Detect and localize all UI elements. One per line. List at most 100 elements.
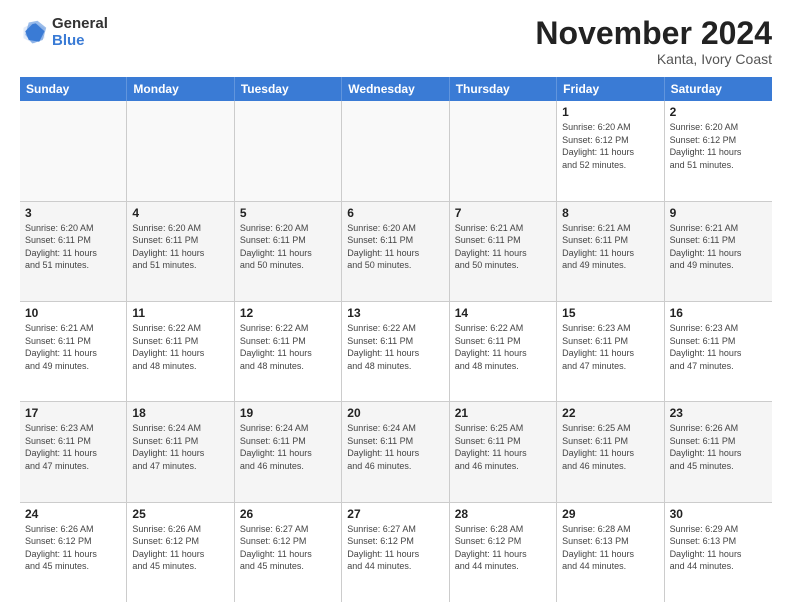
day-number: 5 xyxy=(240,206,336,220)
calendar-cell xyxy=(450,101,557,200)
day-number: 7 xyxy=(455,206,551,220)
calendar-body: 1 Sunrise: 6:20 AM Sunset: 6:12 PM Daylig… xyxy=(20,101,772,602)
header-tuesday: Tuesday xyxy=(235,77,342,101)
day-info: Sunrise: 6:22 AM Sunset: 6:11 PM Dayligh… xyxy=(132,322,228,372)
header: General Blue November 2024 Kanta, Ivory … xyxy=(20,16,772,67)
day-info: Sunrise: 6:24 AM Sunset: 6:11 PM Dayligh… xyxy=(132,422,228,472)
calendar-cell xyxy=(20,101,127,200)
calendar-cell: 13Sunrise: 6:22 AM Sunset: 6:11 PM Dayli… xyxy=(342,302,449,401)
day-info: Sunrise: 6:24 AM Sunset: 6:11 PM Dayligh… xyxy=(240,422,336,472)
day-number: 1 xyxy=(562,105,658,119)
day-info: Sunrise: 6:20 AM Sunset: 6:12 PM Dayligh… xyxy=(670,121,767,171)
header-sunday: Sunday xyxy=(20,77,127,101)
calendar-row: 10Sunrise: 6:21 AM Sunset: 6:11 PM Dayli… xyxy=(20,302,772,402)
day-info: Sunrise: 6:20 AM Sunset: 6:11 PM Dayligh… xyxy=(347,222,443,272)
day-number: 17 xyxy=(25,406,121,420)
day-number: 19 xyxy=(240,406,336,420)
day-number: 26 xyxy=(240,507,336,521)
location-subtitle: Kanta, Ivory Coast xyxy=(535,51,772,67)
calendar-cell: 4Sunrise: 6:20 AM Sunset: 6:11 PM Daylig… xyxy=(127,202,234,301)
calendar-header: Sunday Monday Tuesday Wednesday Thursday… xyxy=(20,77,772,101)
day-number: 22 xyxy=(562,406,658,420)
day-number: 11 xyxy=(132,306,228,320)
day-number: 30 xyxy=(670,507,767,521)
day-number: 10 xyxy=(25,306,121,320)
day-info: Sunrise: 6:23 AM Sunset: 6:11 PM Dayligh… xyxy=(670,322,767,372)
day-info: Sunrise: 6:23 AM Sunset: 6:11 PM Dayligh… xyxy=(25,422,121,472)
header-wednesday: Wednesday xyxy=(342,77,449,101)
calendar-row: 1 Sunrise: 6:20 AM Sunset: 6:12 PM Daylig… xyxy=(20,101,772,201)
day-number: 21 xyxy=(455,406,551,420)
logo-blue-text: Blue xyxy=(52,33,108,50)
logo: General Blue xyxy=(20,16,108,49)
header-saturday: Saturday xyxy=(665,77,772,101)
day-number: 20 xyxy=(347,406,443,420)
calendar-cell: 24 Sunrise: 6:26 AM Sunset: 6:12 PM Dayli… xyxy=(20,503,127,602)
calendar-cell: 20 Sunrise: 6:24 AM Sunset: 6:11 PM Dayli… xyxy=(342,402,449,501)
calendar-cell: 9 Sunrise: 6:21 AM Sunset: 6:11 PM Daylig… xyxy=(665,202,772,301)
calendar-cell: 16Sunrise: 6:23 AM Sunset: 6:11 PM Dayli… xyxy=(665,302,772,401)
day-number: 8 xyxy=(562,206,658,220)
day-info: Sunrise: 6:20 AM Sunset: 6:11 PM Dayligh… xyxy=(240,222,336,272)
logo-text: General Blue xyxy=(52,16,108,49)
calendar-cell xyxy=(342,101,449,200)
day-info: Sunrise: 6:26 AM Sunset: 6:12 PM Dayligh… xyxy=(132,523,228,573)
calendar-cell xyxy=(235,101,342,200)
calendar-cell: 14Sunrise: 6:22 AM Sunset: 6:11 PM Dayli… xyxy=(450,302,557,401)
day-number: 28 xyxy=(455,507,551,521)
calendar-cell: 2Sunrise: 6:20 AM Sunset: 6:12 PM Daylig… xyxy=(665,101,772,200)
day-info: Sunrise: 6:21 AM Sunset: 6:11 PM Dayligh… xyxy=(562,222,658,272)
day-number: 27 xyxy=(347,507,443,521)
calendar-cell: 23 Sunrise: 6:26 AM Sunset: 6:11 PM Dayli… xyxy=(665,402,772,501)
calendar-cell: 7 Sunrise: 6:21 AM Sunset: 6:11 PM Daylig… xyxy=(450,202,557,301)
day-info: Sunrise: 6:22 AM Sunset: 6:11 PM Dayligh… xyxy=(455,322,551,372)
day-info: Sunrise: 6:26 AM Sunset: 6:12 PM Dayligh… xyxy=(25,523,121,573)
month-title: November 2024 xyxy=(535,16,772,51)
calendar-cell: 19 Sunrise: 6:24 AM Sunset: 6:11 PM Dayli… xyxy=(235,402,342,501)
header-friday: Friday xyxy=(557,77,664,101)
day-number: 18 xyxy=(132,406,228,420)
day-info: Sunrise: 6:29 AM Sunset: 6:13 PM Dayligh… xyxy=(670,523,767,573)
day-number: 24 xyxy=(25,507,121,521)
logo-icon xyxy=(20,19,48,47)
calendar-cell: 28Sunrise: 6:28 AM Sunset: 6:12 PM Dayli… xyxy=(450,503,557,602)
calendar-cell: 10Sunrise: 6:21 AM Sunset: 6:11 PM Dayli… xyxy=(20,302,127,401)
day-number: 23 xyxy=(670,406,767,420)
title-block: November 2024 Kanta, Ivory Coast xyxy=(535,16,772,67)
day-info: Sunrise: 6:20 AM Sunset: 6:11 PM Dayligh… xyxy=(25,222,121,272)
calendar-cell: 6Sunrise: 6:20 AM Sunset: 6:11 PM Daylig… xyxy=(342,202,449,301)
calendar-cell: 29Sunrise: 6:28 AM Sunset: 6:13 PM Dayli… xyxy=(557,503,664,602)
day-info: Sunrise: 6:21 AM Sunset: 6:11 PM Dayligh… xyxy=(670,222,767,272)
calendar-row: 3 Sunrise: 6:20 AM Sunset: 6:11 PM Daylig… xyxy=(20,202,772,302)
day-info: Sunrise: 6:21 AM Sunset: 6:11 PM Dayligh… xyxy=(455,222,551,272)
calendar-cell: 17 Sunrise: 6:23 AM Sunset: 6:11 PM Dayli… xyxy=(20,402,127,501)
day-info: Sunrise: 6:24 AM Sunset: 6:11 PM Dayligh… xyxy=(347,422,443,472)
day-number: 9 xyxy=(670,206,767,220)
day-info: Sunrise: 6:25 AM Sunset: 6:11 PM Dayligh… xyxy=(455,422,551,472)
day-info: Sunrise: 6:25 AM Sunset: 6:11 PM Dayligh… xyxy=(562,422,658,472)
calendar-cell: 21 Sunrise: 6:25 AM Sunset: 6:11 PM Dayli… xyxy=(450,402,557,501)
day-info: Sunrise: 6:27 AM Sunset: 6:12 PM Dayligh… xyxy=(240,523,336,573)
day-info: Sunrise: 6:26 AM Sunset: 6:11 PM Dayligh… xyxy=(670,422,767,472)
calendar-row: 24 Sunrise: 6:26 AM Sunset: 6:12 PM Dayli… xyxy=(20,503,772,602)
calendar-cell: 11 Sunrise: 6:22 AM Sunset: 6:11 PM Dayli… xyxy=(127,302,234,401)
calendar-cell: 5 Sunrise: 6:20 AM Sunset: 6:11 PM Daylig… xyxy=(235,202,342,301)
day-number: 15 xyxy=(562,306,658,320)
calendar-cell: 22 Sunrise: 6:25 AM Sunset: 6:11 PM Dayli… xyxy=(557,402,664,501)
day-number: 25 xyxy=(132,507,228,521)
day-number: 12 xyxy=(240,306,336,320)
day-number: 3 xyxy=(25,206,121,220)
calendar-cell: 1Sunrise: 6:20 AM Sunset: 6:12 PM Daylig… xyxy=(557,101,664,200)
header-monday: Monday xyxy=(127,77,234,101)
day-number: 4 xyxy=(132,206,228,220)
calendar-cell: 30 Sunrise: 6:29 AM Sunset: 6:13 PM Dayli… xyxy=(665,503,772,602)
day-number: 29 xyxy=(562,507,658,521)
day-info: Sunrise: 6:22 AM Sunset: 6:11 PM Dayligh… xyxy=(240,322,336,372)
calendar-cell: 26 Sunrise: 6:27 AM Sunset: 6:12 PM Dayli… xyxy=(235,503,342,602)
calendar-cell: 12 Sunrise: 6:22 AM Sunset: 6:11 PM Dayli… xyxy=(235,302,342,401)
calendar-cell: 3 Sunrise: 6:20 AM Sunset: 6:11 PM Daylig… xyxy=(20,202,127,301)
calendar-cell: 18 Sunrise: 6:24 AM Sunset: 6:11 PM Dayli… xyxy=(127,402,234,501)
header-thursday: Thursday xyxy=(450,77,557,101)
logo-general-text: General xyxy=(52,16,108,33)
calendar-cell: 27Sunrise: 6:27 AM Sunset: 6:12 PM Dayli… xyxy=(342,503,449,602)
